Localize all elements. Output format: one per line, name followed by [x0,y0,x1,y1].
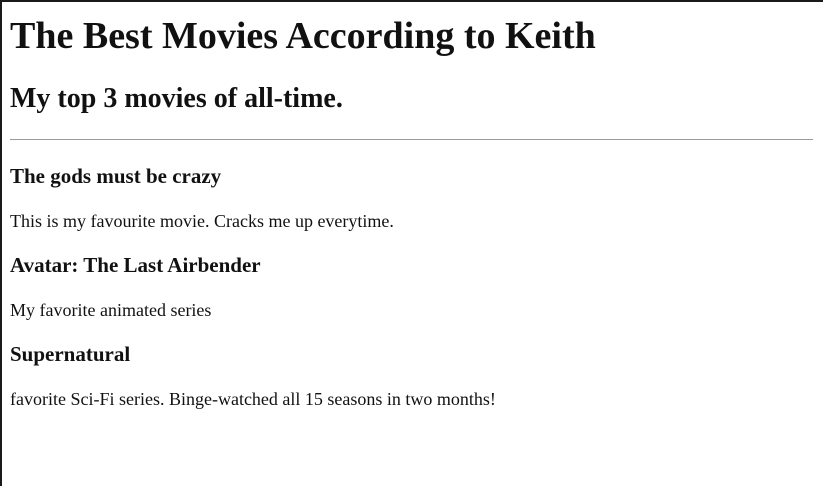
movie-description: favorite Sci-Fi series. Binge-watched al… [10,389,496,409]
page-title: The Best Movies According to Keith [10,15,596,57]
movie-title: Supernatural [10,342,131,366]
movie-title: The gods must be crazy [10,164,222,188]
movie-title: Avatar: The Last Airbender [10,253,261,277]
movie-description: This is my favourite movie. Cracks me up… [10,211,394,231]
page-subtitle: My top 3 movies of all-time. [10,83,343,114]
divider [10,139,813,140]
movie-description: My favorite animated series [10,300,212,320]
